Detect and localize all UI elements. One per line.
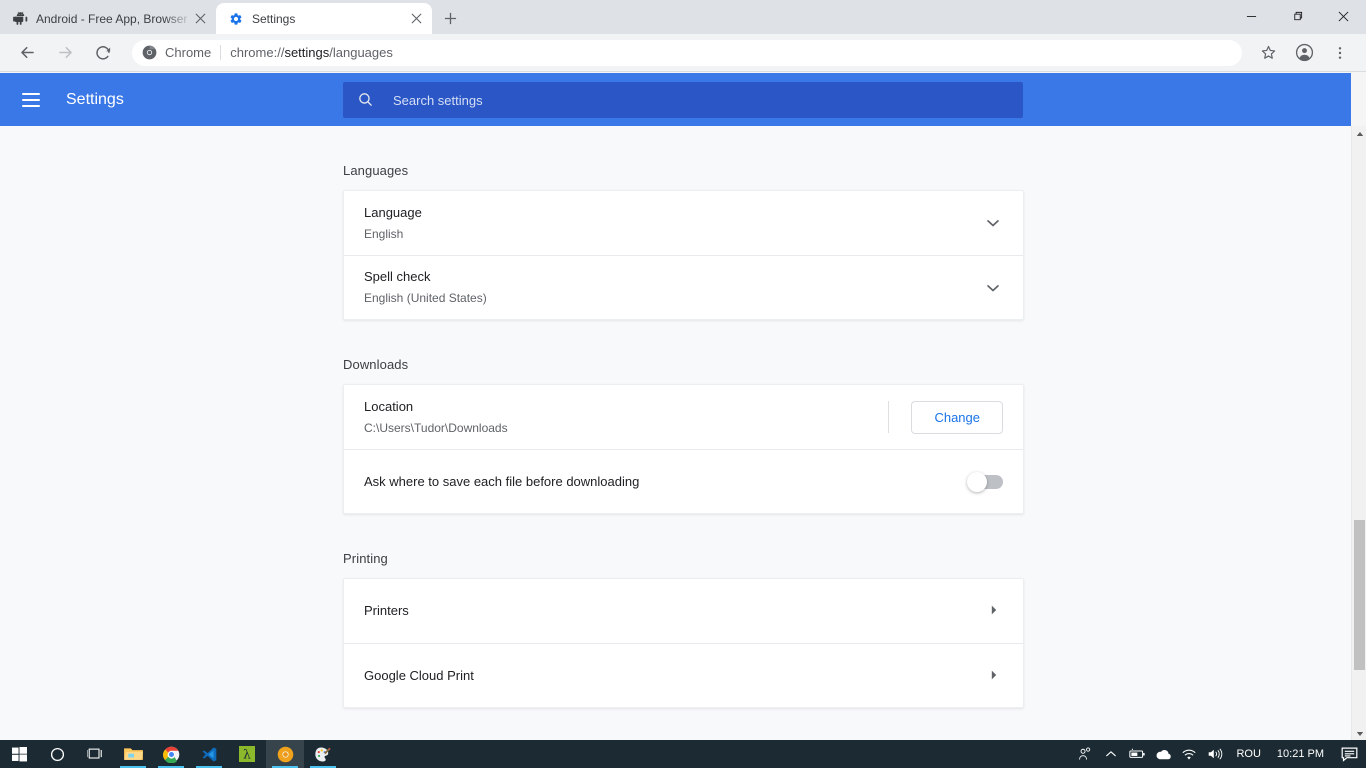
row-label: Ask where to save each file before downl…	[364, 473, 640, 489]
volume-icon[interactable]	[1202, 740, 1228, 768]
vertical-scrollbar[interactable]	[1351, 126, 1366, 741]
task-view-button[interactable]	[76, 740, 114, 768]
row-sublabel: English	[364, 226, 404, 241]
search-placeholder: Search settings	[393, 92, 483, 108]
languages-card: Language English Spell check English (Un…	[343, 190, 1024, 320]
onedrive-icon[interactable]	[1150, 740, 1176, 768]
url-path: /languages	[329, 45, 393, 60]
browser-tab-android[interactable]: Android - Free App, Browser & G	[0, 3, 216, 34]
scroll-up-arrow[interactable]	[1352, 126, 1366, 141]
settings-content: Languages Language English Spell check E…	[0, 126, 1351, 741]
arrow-right-icon[interactable]	[987, 668, 1003, 684]
omnibox-url: chrome://settings/languages	[230, 45, 393, 60]
row-text: Location C:\Users\Tudor\Downloads	[364, 397, 888, 438]
change-button[interactable]: Change	[911, 400, 1003, 434]
chrome-icon	[142, 45, 158, 61]
paint-app-icon[interactable]	[304, 740, 342, 768]
notification-icon[interactable]	[1332, 740, 1366, 768]
row-text: Google Cloud Print	[364, 666, 987, 686]
row-text: Language English	[364, 203, 983, 244]
gear-favicon	[228, 11, 244, 27]
row-label: Spell check	[364, 269, 431, 284]
row-text: Printers	[364, 601, 987, 621]
back-icon[interactable]	[13, 39, 41, 67]
tab-title: Android - Free App, Browser & G	[36, 11, 192, 26]
search-input[interactable]: Search settings	[343, 82, 1023, 118]
minimize-button[interactable]	[1228, 0, 1274, 32]
omnibox-chip-label: Chrome	[165, 45, 212, 60]
start-button[interactable]	[0, 740, 38, 768]
scroll-down-arrow[interactable]	[1352, 726, 1366, 741]
window-controls	[1228, 0, 1366, 32]
row-text: Spell check English (United States)	[364, 267, 983, 308]
clock[interactable]: 10:21 PM	[1269, 748, 1332, 760]
browser-tab-settings[interactable]: Settings	[216, 3, 432, 34]
row-text: Ask where to save each file before downl…	[364, 472, 969, 492]
reload-icon[interactable]	[89, 39, 117, 67]
browser-toolbar: Chrome chrome://settings/languages	[0, 34, 1366, 72]
chevron-up-icon[interactable]	[1098, 740, 1124, 768]
file-explorer-icon[interactable]	[114, 740, 152, 768]
search-icon	[357, 91, 375, 109]
url-prefix: chrome://	[230, 45, 285, 60]
chevron-down-icon[interactable]	[983, 278, 1003, 298]
row-sublabel: English (United States)	[364, 291, 487, 305]
battery-icon[interactable]	[1124, 740, 1150, 768]
row-spell-check[interactable]: Spell check English (United States)	[344, 255, 1023, 319]
toggle-knob	[967, 471, 987, 492]
row-language[interactable]: Language English	[344, 191, 1023, 255]
printing-card: Printers Google Cloud Print	[343, 578, 1024, 708]
arrow-right-icon[interactable]	[987, 603, 1003, 619]
row-ask-where-to-save[interactable]: Ask where to save each file before downl…	[344, 449, 1023, 513]
row-download-location: Location C:\Users\Tudor\Downloads Change	[344, 385, 1023, 449]
person-icon[interactable]	[1072, 740, 1098, 768]
close-button[interactable]	[1320, 0, 1366, 32]
tab-title: Settings	[252, 11, 296, 26]
row-sublabel: C:\Users\Tudor\Downloads	[364, 420, 508, 435]
section-title-downloads: Downloads	[343, 357, 409, 372]
cortana-button[interactable]	[38, 740, 76, 768]
row-label: Language	[364, 204, 422, 220]
star-icon[interactable]	[1254, 39, 1282, 67]
vscode-app-icon[interactable]	[190, 740, 228, 768]
address-bar[interactable]: Chrome chrome://settings/languages	[132, 39, 1242, 66]
row-label: Location	[364, 398, 414, 414]
wifi-icon[interactable]	[1176, 740, 1202, 768]
row-printers[interactable]: Printers	[344, 579, 1023, 643]
three-dot-menu[interactable]	[1326, 39, 1354, 67]
omnibox-separator	[220, 45, 222, 60]
downloads-card: Location C:\Users\Tudor\Downloads Change…	[343, 384, 1024, 514]
close-icon[interactable]	[408, 11, 424, 27]
section-title-languages: Languages	[343, 163, 409, 178]
system-tray: ROU 10:21 PM	[1072, 740, 1366, 768]
toolbar-actions	[1250, 39, 1358, 67]
chevron-down-icon[interactable]	[983, 213, 1003, 233]
row-label: Google Cloud Print	[364, 667, 474, 683]
chrome-window-icon[interactable]	[266, 740, 304, 768]
chrome-app-icon[interactable]	[152, 740, 190, 768]
row-label: Printers	[364, 603, 409, 618]
section-title-printing: Printing	[343, 551, 388, 566]
scrollbar-thumb[interactable]	[1354, 520, 1365, 670]
svg-text:λ: λ	[243, 746, 251, 761]
android-favicon	[12, 11, 28, 27]
vertical-divider	[888, 401, 890, 433]
settings-header: Settings Search settings	[0, 73, 1351, 126]
restore-button[interactable]	[1274, 0, 1320, 32]
tab-strip: Android - Free App, Browser & G Settings	[0, 0, 1366, 34]
language-indicator[interactable]: ROU	[1228, 748, 1268, 760]
lambda-app-icon[interactable]: λ	[228, 740, 266, 768]
hamburger-icon[interactable]	[22, 88, 46, 112]
profile-avatar[interactable]	[1290, 39, 1318, 67]
ask-where-to-save-toggle[interactable]	[967, 471, 1003, 492]
windows-taskbar: λ ROU 10:21 PM	[0, 740, 1366, 768]
row-google-cloud-print[interactable]: Google Cloud Print	[344, 643, 1023, 707]
new-tab-button[interactable]	[436, 4, 464, 32]
forward-icon[interactable]	[51, 39, 79, 67]
url-host: settings	[284, 45, 330, 60]
close-icon[interactable]	[192, 11, 208, 27]
page-title: Settings	[66, 90, 124, 108]
